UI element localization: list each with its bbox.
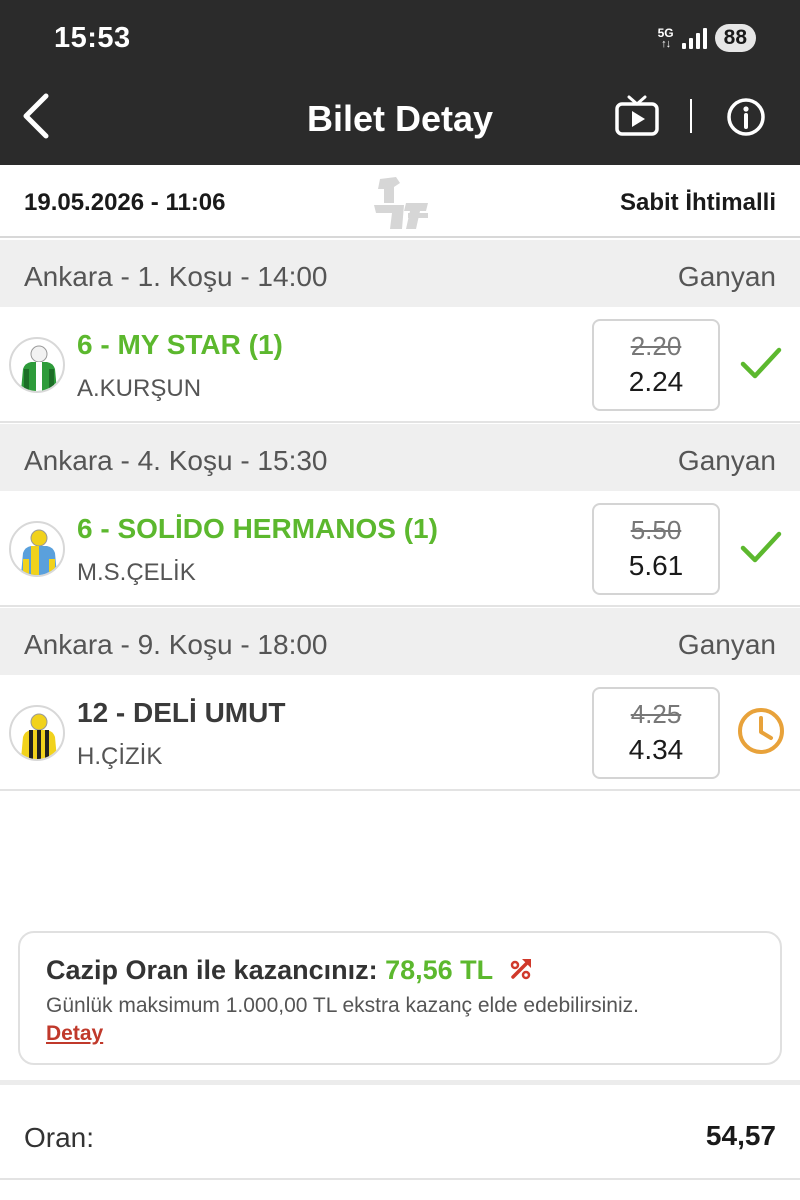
- live-tv-button[interactable]: [614, 95, 660, 137]
- odds-box[interactable]: 5.50 5.61: [592, 503, 720, 595]
- old-odds: 5.50: [630, 515, 682, 545]
- info-icon: [727, 98, 765, 136]
- promo-headline: Cazip Oran ile kazancınız: 78,56 TL: [46, 955, 534, 986]
- race-header: Ankara - 4. Koşu - 15:30 Ganyan: [0, 424, 800, 494]
- brand-logo-icon: [374, 177, 428, 229]
- race-title: Ankara - 4. Koşu - 15:30: [24, 445, 328, 476]
- promo-detail-link[interactable]: Detay: [46, 1022, 103, 1046]
- old-odds: 2.20: [630, 331, 682, 361]
- info-button[interactable]: [726, 97, 766, 137]
- new-odds: 2.24: [628, 366, 684, 397]
- clock-icon: [738, 708, 784, 754]
- runner-row[interactable]: 6 - MY STAR (1) A.KURŞUN 2.20 2.24: [0, 307, 800, 423]
- promo-amount: 78,56 TL: [385, 955, 493, 985]
- boost-percent-icon: [510, 959, 532, 980]
- runner-name: 6 - MY STAR (1): [77, 329, 283, 360]
- page-title: Bilet Detay: [306, 98, 494, 139]
- total-odds-label: Oran:: [24, 1122, 95, 1153]
- network-5g-icon: 5G ↑↓: [658, 27, 674, 50]
- new-odds: 5.61: [628, 550, 684, 581]
- status-time: 15:53: [54, 22, 131, 54]
- race-header: Ankara - 1. Koşu - 14:00 Ganyan: [0, 240, 800, 310]
- data-arrows-icon: ↑↓: [661, 37, 671, 50]
- runner-row[interactable]: 12 - DELİ UMUT H.ÇİZİK 4.25 4.34: [0, 675, 800, 791]
- runner-row[interactable]: 6 - SOLİDO HERMANOS (1) M.S.ÇELİK 5.50 5…: [0, 491, 800, 607]
- old-odds: 4.25: [630, 699, 682, 729]
- bet-type: Ganyan: [677, 629, 776, 660]
- race-title: Ankara - 1. Koşu - 14:00: [24, 261, 328, 292]
- promo-card: Cazip Oran ile kazancınız: 78,56 TL Günl…: [18, 931, 782, 1065]
- status-indicators: 5G ↑↓ 88: [658, 24, 756, 52]
- jockey-silks-icon: [9, 337, 65, 393]
- promo-description: Günlük maksimum 1.000,00 TL ekstra kazan…: [46, 994, 639, 1017]
- jockey-name: A.KURŞUN: [77, 375, 202, 402]
- ticket-date-time: 19.05.2026 - 11:06: [24, 189, 226, 216]
- odds-box[interactable]: 2.20 2.24: [592, 319, 720, 411]
- ticket-header: 19.05.2026 - 11:06 Sabit İhtimalli: [0, 165, 800, 238]
- tv-icon: [615, 95, 659, 136]
- jockey-silks-icon: [9, 521, 65, 577]
- ticket-type: Sabit İhtimalli: [619, 189, 776, 216]
- odds-box[interactable]: 4.25 4.34: [592, 687, 720, 779]
- status-bar: 15:53 5G ↑↓ 88: [0, 0, 800, 68]
- race-header: Ankara - 9. Koşu - 18:00 Ganyan: [0, 608, 800, 678]
- race-title: Ankara - 9. Koşu - 18:00: [24, 629, 328, 660]
- battery-indicator: 88: [714, 24, 756, 52]
- check-icon: [740, 531, 782, 563]
- network-label: 5G: [657, 25, 674, 40]
- total-odds-row: Oran: 54,57: [0, 1085, 800, 1180]
- app-bar: Bilet Detay: [0, 68, 800, 165]
- bet-type: Ganyan: [677, 261, 776, 292]
- signal-strength-icon: [681, 27, 707, 49]
- toolbar-divider: [690, 99, 692, 133]
- new-odds: 4.34: [628, 734, 684, 765]
- jockey-name: M.S.ÇELİK: [77, 559, 196, 586]
- promo-label: Cazip Oran ile kazancınız:: [46, 955, 378, 985]
- jockey-name: H.ÇİZİK: [77, 743, 163, 770]
- total-odds-value: 54,57: [705, 1120, 776, 1151]
- bet-type: Ganyan: [677, 445, 776, 476]
- check-icon: [740, 347, 782, 379]
- runner-name: 6 - SOLİDO HERMANOS (1): [77, 513, 438, 544]
- jockey-silks-icon: [9, 705, 65, 761]
- runner-name: 12 - DELİ UMUT: [77, 697, 286, 728]
